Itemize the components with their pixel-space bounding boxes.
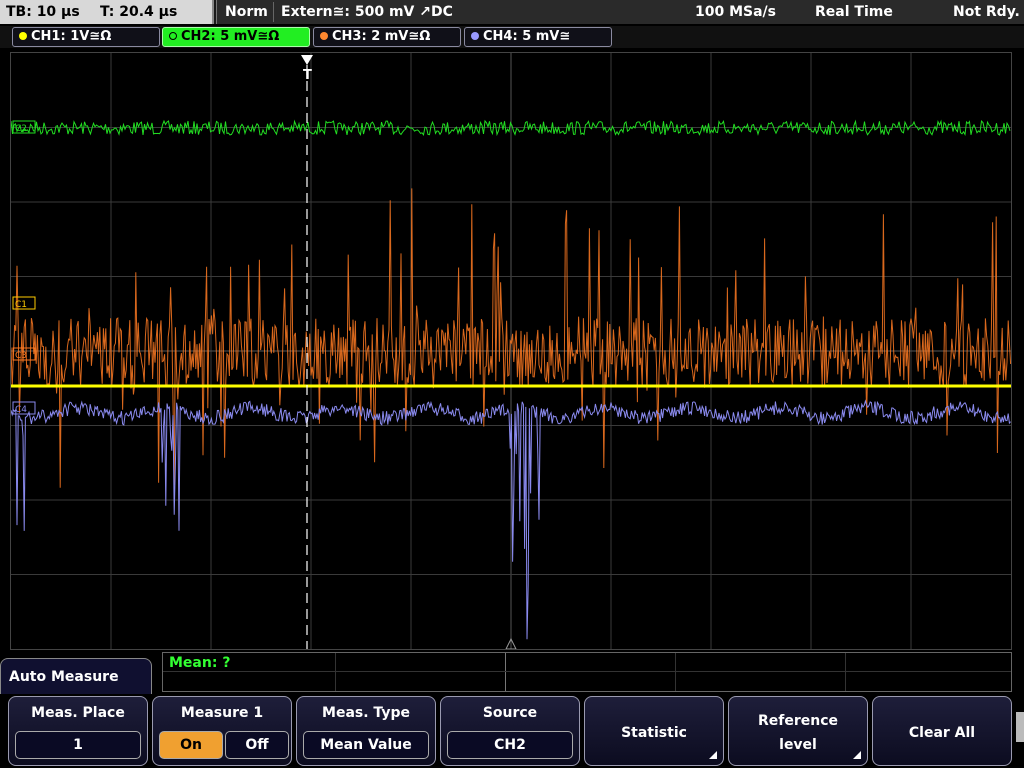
meas-place-softkey[interactable]: Meas. Place 1 (8, 696, 148, 766)
run-status: Not Rdy. (953, 4, 1020, 20)
svg-text:C2: C2 (15, 124, 27, 134)
ch1-dot-icon (19, 32, 27, 40)
ch1-label: CH1: 1V≅Ω (31, 29, 112, 44)
top-status-bar: TB: 10 µs T: 20.4 µs Norm Extern≅: 500 m… (0, 0, 1024, 24)
source-value[interactable]: CH2 (447, 731, 573, 759)
measure1-off-button[interactable]: Off (225, 731, 289, 759)
svg-text:C3: C3 (15, 351, 27, 361)
ch3-dot-icon (320, 32, 328, 40)
ch3-level-marker: C3 (12, 347, 36, 361)
channel-tab-ch1[interactable]: CH1: 1V≅Ω (12, 27, 160, 47)
statistic-softkey[interactable]: Statistic (584, 696, 724, 766)
meas-type-value[interactable]: Mean Value (303, 731, 429, 759)
menu-scroll-handle[interactable] (1016, 712, 1024, 742)
svg-text:C1: C1 (15, 300, 27, 310)
submenu-arrow-icon (853, 751, 861, 759)
source-title: Source (482, 705, 538, 721)
trigger-source[interactable]: Extern≅: 500 mV ↗DC (281, 0, 453, 24)
ch3-label: CH3: 2 mV≅Ω (332, 29, 431, 44)
ch2-dot-icon (169, 32, 177, 40)
channel-tab-ch2[interactable]: CH2: 5 mV≅Ω (162, 27, 310, 47)
meas-place-value[interactable]: 1 (15, 731, 141, 759)
meas-type-softkey[interactable]: Meas. Type Mean Value (296, 696, 436, 766)
measure1-title: Measure 1 (180, 705, 264, 721)
channel-tab-ch4[interactable]: CH4: 5 mV≅ (464, 27, 612, 47)
menu-title: Auto Measure (9, 669, 119, 685)
measure1-on-button[interactable]: On (159, 731, 223, 759)
graticule-grid (11, 53, 1011, 649)
reference-level-softkey[interactable]: Reference level (728, 696, 868, 766)
menu-title-tab: Auto Measure (0, 658, 152, 696)
timebase-box[interactable]: TB: 10 µs T: 20.4 µs (0, 0, 214, 24)
ch4-dot-icon (471, 32, 479, 40)
clear-all-title: Clear All (908, 725, 976, 741)
waveform-display[interactable]: T C2 C1 C3 C4 (10, 52, 1012, 650)
meas-place-title: Meas. Place (31, 705, 125, 721)
acquisition-mode: Real Time (815, 4, 893, 20)
ch4-level-marker: C4 (12, 401, 36, 415)
trigger-mode[interactable]: Norm (225, 0, 268, 24)
measure1-softkey[interactable]: Measure 1 On Off (152, 696, 292, 766)
ch2-label: CH2: 5 mV≅Ω (181, 29, 280, 44)
reference-title-line2: level (779, 737, 817, 753)
timebase-value: TB: 10 µs (6, 4, 80, 20)
acquisition-status-row: Norm Extern≅: 500 mV ↗DC 100 MSa/s Real … (216, 0, 1024, 24)
measurement-readout: Mean: ? (162, 652, 1012, 692)
ch4-label: CH4: 5 mV≅ (483, 29, 571, 44)
channel-bar: CH1: 1V≅Ω CH2: 5 mV≅Ω CH3: 2 mV≅Ω CH4: 5… (0, 26, 1024, 48)
reference-title-line1: Reference (757, 713, 839, 729)
waveform-canvas: T C2 C1 C3 C4 (11, 53, 1011, 649)
statistic-title: Statistic (621, 725, 687, 741)
clear-all-softkey[interactable]: Clear All (872, 696, 1012, 766)
sample-rate: 100 MSa/s (695, 4, 777, 20)
submenu-arrow-icon (709, 751, 717, 759)
softkey-bar: Meas. Place 1 Measure 1 On Off Meas. Typ… (0, 694, 1024, 768)
channel-tab-ch3[interactable]: CH3: 2 mV≅Ω (313, 27, 461, 47)
trigger-marker: T (303, 68, 312, 83)
source-softkey[interactable]: Source CH2 (440, 696, 580, 766)
mean-readout: Mean: ? (169, 655, 231, 671)
trigger-time-value: T: 20.4 µs (100, 4, 178, 20)
meas-type-title: Meas. Type (322, 705, 410, 721)
svg-text:C4: C4 (15, 405, 27, 415)
